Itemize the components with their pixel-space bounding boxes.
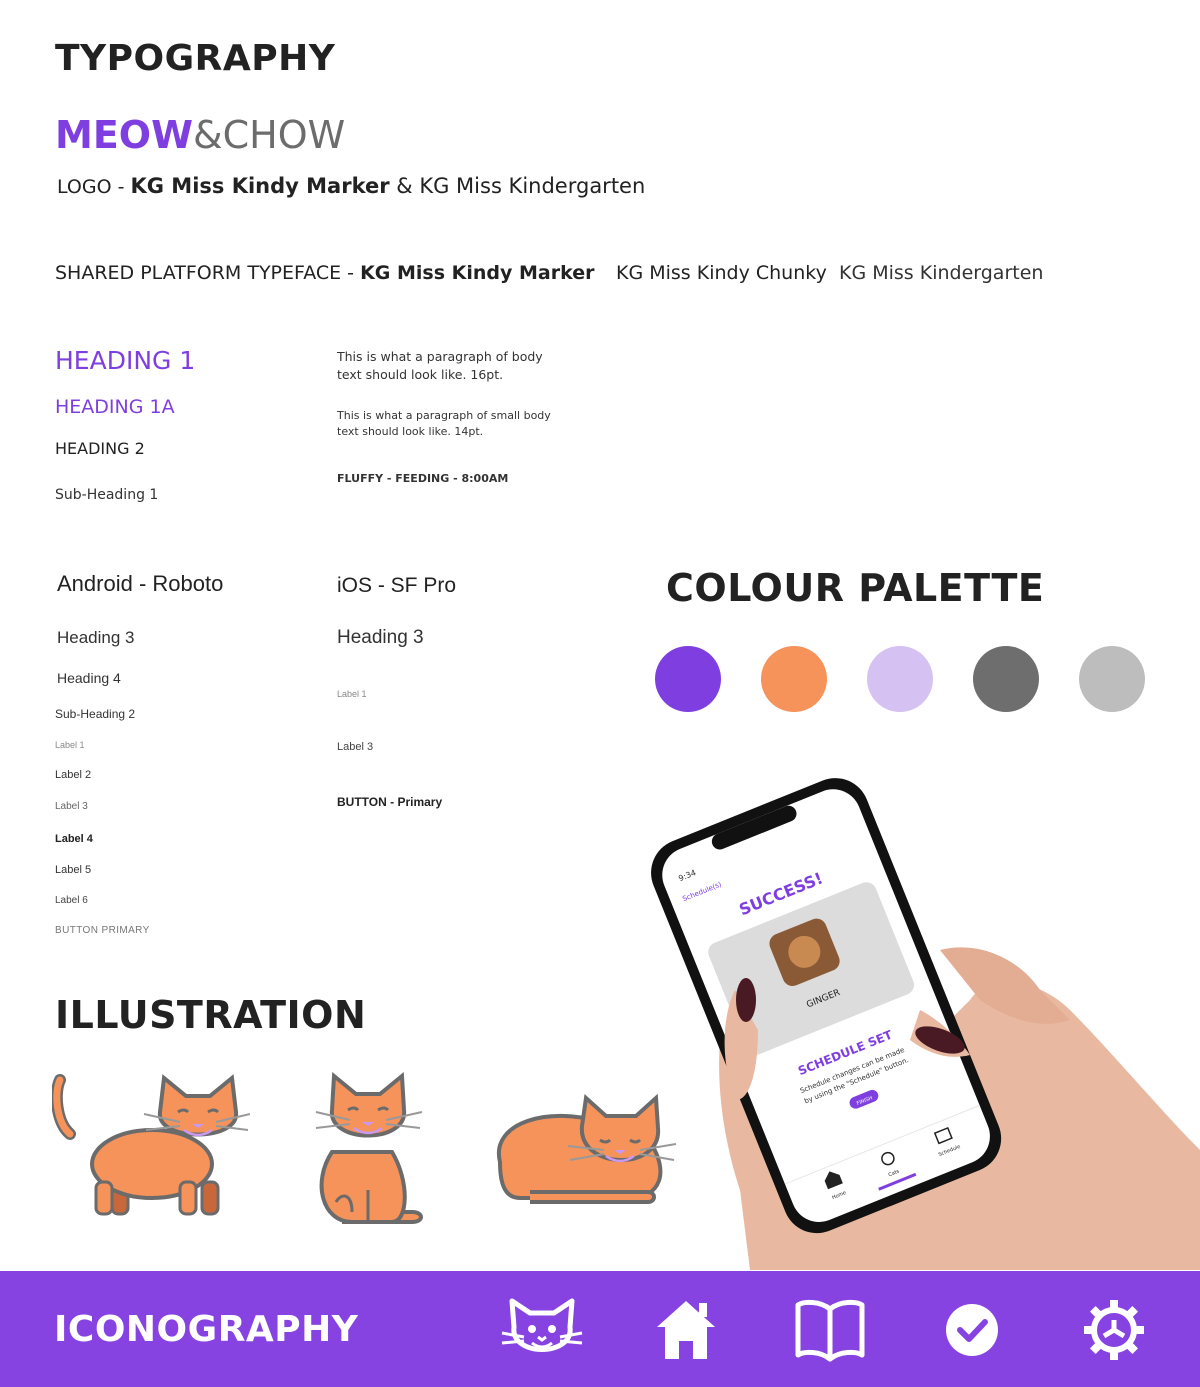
android-label-2: Label 2	[55, 769, 92, 781]
phone-mockup: 9:34 Schedule(s) SUCCESS! GINGER SCHEDUL…	[651, 778, 1200, 1270]
caps-sample: FLUFFY - FEEDING - 8:00AM	[337, 472, 509, 485]
book-icon	[785, 1295, 875, 1365]
logo-amp-text: &	[389, 174, 420, 198]
ios-label-1: Label 1	[337, 689, 367, 699]
swatch-light-grey	[1079, 646, 1145, 712]
swatch-dark-grey	[973, 646, 1039, 712]
home-icon	[641, 1295, 731, 1365]
shared-font3: KG Miss Kindergarten	[839, 262, 1044, 284]
android-label-3: Label 3	[55, 801, 88, 812]
android-label-6: Label 6	[55, 895, 88, 906]
android-label-1: Label 1	[55, 740, 85, 750]
heading-1a-sample: HEADING 1A	[55, 396, 175, 418]
android-sub-heading-2: Sub-Heading 2	[55, 707, 136, 721]
iconography-title: ICONOGRAPHY	[54, 1309, 359, 1350]
swatch-purple	[655, 646, 721, 712]
illustration-title: ILLUSTRATION	[55, 993, 367, 1037]
swatch-orange	[761, 646, 827, 712]
shared-font2: KG Miss Kindy Chunky	[616, 262, 827, 284]
android-button-primary: BUTTON PRIMARY	[55, 925, 150, 936]
cat-icon	[497, 1295, 587, 1365]
android-label-4: Label 4	[55, 833, 93, 845]
palette-title: COLOUR PALETTE	[666, 566, 1045, 610]
logo-chow: CHOW	[222, 113, 346, 157]
shared-typeface-line: SHARED PLATFORM TYPEFACE - KG Miss Kindy…	[55, 262, 595, 284]
logo-prefix: LOGO -	[57, 176, 131, 198]
logo-meow: MEOW	[55, 113, 193, 157]
android-label-5: Label 5	[55, 864, 92, 876]
standing-cat-illustration	[52, 1074, 251, 1216]
logo-fonts-line: LOGO - KG Miss Kindy Marker & KG Miss Ki…	[57, 174, 645, 198]
ios-heading-3: Heading 3	[337, 627, 424, 648]
heading-2-sample: HEADING 2	[55, 439, 145, 458]
android-title: Android - Roboto	[57, 571, 224, 596]
check-icon	[927, 1295, 1017, 1365]
logo-font1: KG Miss Kindy Marker	[130, 174, 390, 198]
sub-heading-1-sample: Sub-Heading 1	[55, 487, 159, 503]
ios-button-primary: BUTTON - Primary	[337, 795, 443, 809]
logo-amp: &	[193, 113, 223, 157]
swatch-lavender	[867, 646, 933, 712]
sitting-cat-illustration	[315, 1072, 423, 1224]
android-heading-4: Heading 4	[57, 670, 121, 686]
settings-icon	[1069, 1295, 1159, 1365]
logo-font2: KG Miss Kindergarten	[419, 174, 646, 198]
logo: MEOW&CHOW	[55, 113, 345, 157]
shared-prefix: SHARED PLATFORM TYPEFACE -	[55, 262, 361, 284]
android-heading-3: Heading 3	[57, 628, 135, 647]
ios-label-3: Label 3	[337, 741, 374, 753]
typography-title: TYPOGRAPHY	[55, 38, 336, 79]
ios-title: iOS - SF Pro	[337, 574, 457, 597]
small-body-paragraph-sample: This is what a paragraph of small body t…	[337, 409, 551, 438]
iconography-footer: ICONOGRAPHY	[0, 1271, 1200, 1387]
heading-1-sample: HEADING 1	[55, 346, 196, 375]
shared-font1: KG Miss Kindy Marker	[360, 262, 595, 284]
body-paragraph-sample: This is what a paragraph of body text sh…	[337, 349, 543, 382]
